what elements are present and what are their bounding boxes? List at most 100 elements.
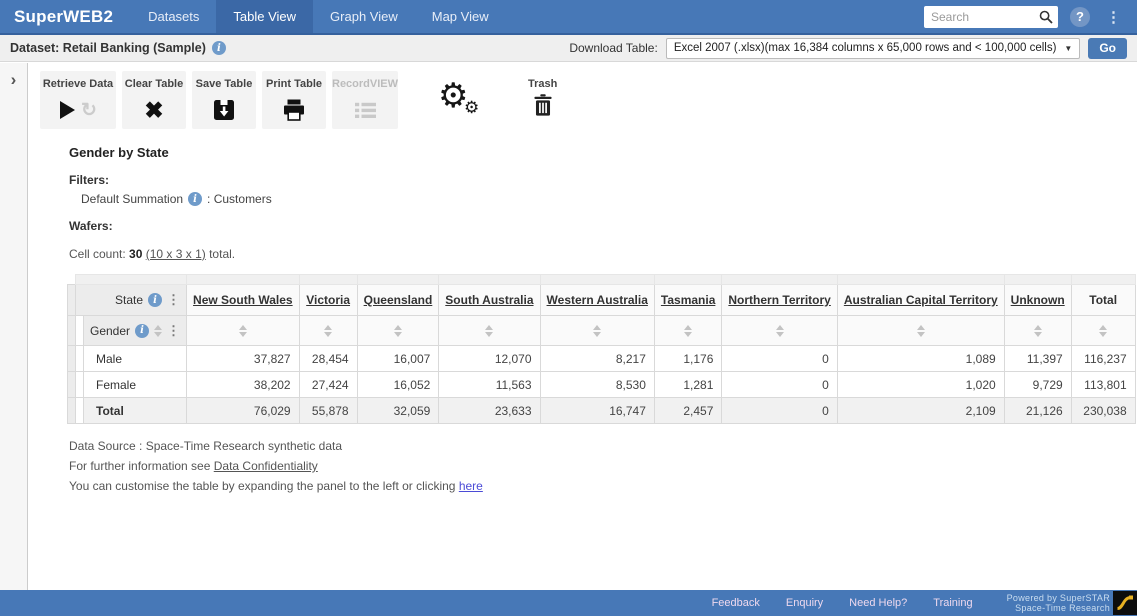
column-header-label[interactable]: Tasmania bbox=[661, 293, 715, 307]
wafer-strip bbox=[76, 275, 187, 285]
sort-icon[interactable] bbox=[917, 325, 925, 337]
footer-need-help-link[interactable]: Need Help? bbox=[849, 597, 907, 609]
column-header[interactable]: Unknown bbox=[1004, 285, 1071, 316]
cell-count: Cell count: 30 (10 x 3 x 1) total. bbox=[69, 247, 1137, 261]
table-row: Female38,20227,42416,05211,5638,5301,281… bbox=[68, 372, 1136, 398]
wafer-strip bbox=[439, 275, 540, 285]
data-cell: 0 bbox=[722, 346, 837, 372]
column-header-label[interactable]: Northern Territory bbox=[728, 293, 830, 307]
cell-count-link[interactable]: (10 x 3 x 1) bbox=[146, 247, 206, 261]
sort-icon[interactable] bbox=[684, 325, 692, 337]
column-sort-cell[interactable] bbox=[654, 316, 721, 346]
column-sort-cell[interactable] bbox=[187, 316, 300, 346]
filter-info-icon[interactable]: i bbox=[188, 192, 202, 206]
column-header[interactable]: Australian Capital Territory bbox=[837, 285, 1004, 316]
column-sort-cell[interactable] bbox=[1071, 316, 1135, 346]
search-icon[interactable] bbox=[1034, 6, 1058, 28]
nav-graph-view[interactable]: Graph View bbox=[313, 0, 415, 33]
sort-icon[interactable] bbox=[1034, 325, 1042, 337]
sort-icon[interactable] bbox=[485, 325, 493, 337]
sort-icon[interactable] bbox=[154, 325, 162, 337]
state-info-icon[interactable]: i bbox=[148, 293, 162, 307]
data-cell: 28,454 bbox=[299, 346, 357, 372]
data-cell: 2,109 bbox=[837, 398, 1004, 424]
col-axis-cell: Statei ⋮ bbox=[76, 285, 187, 316]
table-options-button[interactable]: ⚙ ⚙ bbox=[438, 83, 482, 127]
print-table-button[interactable]: Print Table bbox=[262, 71, 326, 129]
data-cell: 23,633 bbox=[439, 398, 540, 424]
column-header[interactable]: Tasmania bbox=[654, 285, 721, 316]
print-table-label: Print Table bbox=[262, 78, 326, 90]
col-axis-label: State bbox=[115, 293, 143, 307]
column-header-label[interactable]: New South Wales bbox=[193, 293, 293, 307]
column-header[interactable]: Queensland bbox=[357, 285, 439, 316]
go-button[interactable]: Go bbox=[1088, 38, 1127, 59]
column-header-label[interactable]: Western Australia bbox=[547, 293, 648, 307]
superstar-logo bbox=[1113, 591, 1137, 615]
sort-icon[interactable] bbox=[324, 325, 332, 337]
data-cell: 11,397 bbox=[1004, 346, 1071, 372]
clear-table-button[interactable]: Clear Table ✖ bbox=[122, 71, 186, 129]
expand-panel-icon[interactable]: › bbox=[0, 71, 27, 89]
trash-button[interactable]: Trash bbox=[528, 78, 557, 121]
column-sort-cell[interactable] bbox=[439, 316, 540, 346]
data-cell: 1,020 bbox=[837, 372, 1004, 398]
column-sort-cell[interactable] bbox=[540, 316, 654, 346]
dataset-bar: Dataset: Retail Banking (Sample) i Downl… bbox=[0, 35, 1137, 62]
table-corner-spacer bbox=[68, 275, 76, 285]
column-header-label[interactable]: Victoria bbox=[306, 293, 350, 307]
retrieve-data-icons: ↻ bbox=[40, 97, 116, 123]
save-table-button[interactable]: Save Table bbox=[192, 71, 256, 129]
gender-info-icon[interactable]: i bbox=[135, 324, 149, 338]
data-cell: 76,029 bbox=[187, 398, 300, 424]
row-gutter bbox=[68, 346, 76, 372]
nav-table-view[interactable]: Table View bbox=[216, 0, 313, 33]
download-format-select[interactable]: Excel 2007 (.xlsx)(max 16,384 columns x … bbox=[666, 38, 1081, 59]
column-header[interactable]: Victoria bbox=[299, 285, 357, 316]
nav-datasets[interactable]: Datasets bbox=[131, 0, 216, 33]
sort-icon[interactable] bbox=[394, 325, 402, 337]
customise-here-link[interactable]: here bbox=[459, 479, 483, 493]
column-header[interactable]: Northern Territory bbox=[722, 285, 837, 316]
column-sort-cell[interactable] bbox=[357, 316, 439, 346]
column-sort-cell[interactable] bbox=[1004, 316, 1071, 346]
dataset-info-icon[interactable]: i bbox=[212, 41, 226, 55]
gender-menu-icon[interactable]: ⋮ bbox=[167, 325, 180, 337]
data-cell: 113,801 bbox=[1071, 372, 1135, 398]
search-input[interactable] bbox=[924, 10, 1034, 24]
sort-icon[interactable] bbox=[593, 325, 601, 337]
column-header-label[interactable]: Queensland bbox=[364, 293, 433, 307]
column-sort-cell[interactable] bbox=[299, 316, 357, 346]
column-sort-cell[interactable] bbox=[722, 316, 837, 346]
column-header-label[interactable]: Unknown bbox=[1011, 293, 1065, 307]
retrieve-data-button[interactable]: Retrieve Data ↻ bbox=[40, 71, 116, 129]
sort-icon[interactable] bbox=[239, 325, 247, 337]
column-header-label[interactable]: Australian Capital Territory bbox=[844, 293, 998, 307]
page-footer: Feedback Enquiry Need Help? Training Pow… bbox=[0, 590, 1137, 616]
row-axis-label: Gender bbox=[90, 324, 130, 338]
column-header-label[interactable]: South Australia bbox=[445, 293, 533, 307]
overflow-menu-icon[interactable]: ⋮ bbox=[1102, 8, 1125, 26]
row-gutter bbox=[68, 285, 76, 316]
recordview-button[interactable]: RecordVIEW bbox=[332, 71, 398, 129]
column-sort-cell[interactable] bbox=[837, 316, 1004, 346]
column-header[interactable]: Western Australia bbox=[540, 285, 654, 316]
footer-enquiry-link[interactable]: Enquiry bbox=[786, 597, 823, 609]
column-header-label[interactable]: Total bbox=[1089, 293, 1117, 307]
sort-icon[interactable] bbox=[1099, 325, 1107, 337]
data-cell: 32,059 bbox=[357, 398, 439, 424]
column-header[interactable]: Total bbox=[1071, 285, 1135, 316]
data-cell: 1,281 bbox=[654, 372, 721, 398]
footer-training-link[interactable]: Training bbox=[933, 597, 972, 609]
left-panel-collapsed: › bbox=[0, 63, 28, 590]
state-menu-icon[interactable]: ⋮ bbox=[167, 294, 180, 306]
column-header[interactable]: New South Wales bbox=[187, 285, 300, 316]
gear-small-icon: ⚙ bbox=[464, 99, 479, 116]
footer-feedback-link[interactable]: Feedback bbox=[712, 597, 760, 609]
help-icon[interactable]: ? bbox=[1070, 7, 1090, 27]
sort-icon[interactable] bbox=[776, 325, 784, 337]
data-confidentiality-link[interactable]: Data Confidentiality bbox=[214, 459, 318, 473]
data-cell: 55,878 bbox=[299, 398, 357, 424]
nav-map-view[interactable]: Map View bbox=[415, 0, 506, 33]
column-header[interactable]: South Australia bbox=[439, 285, 540, 316]
